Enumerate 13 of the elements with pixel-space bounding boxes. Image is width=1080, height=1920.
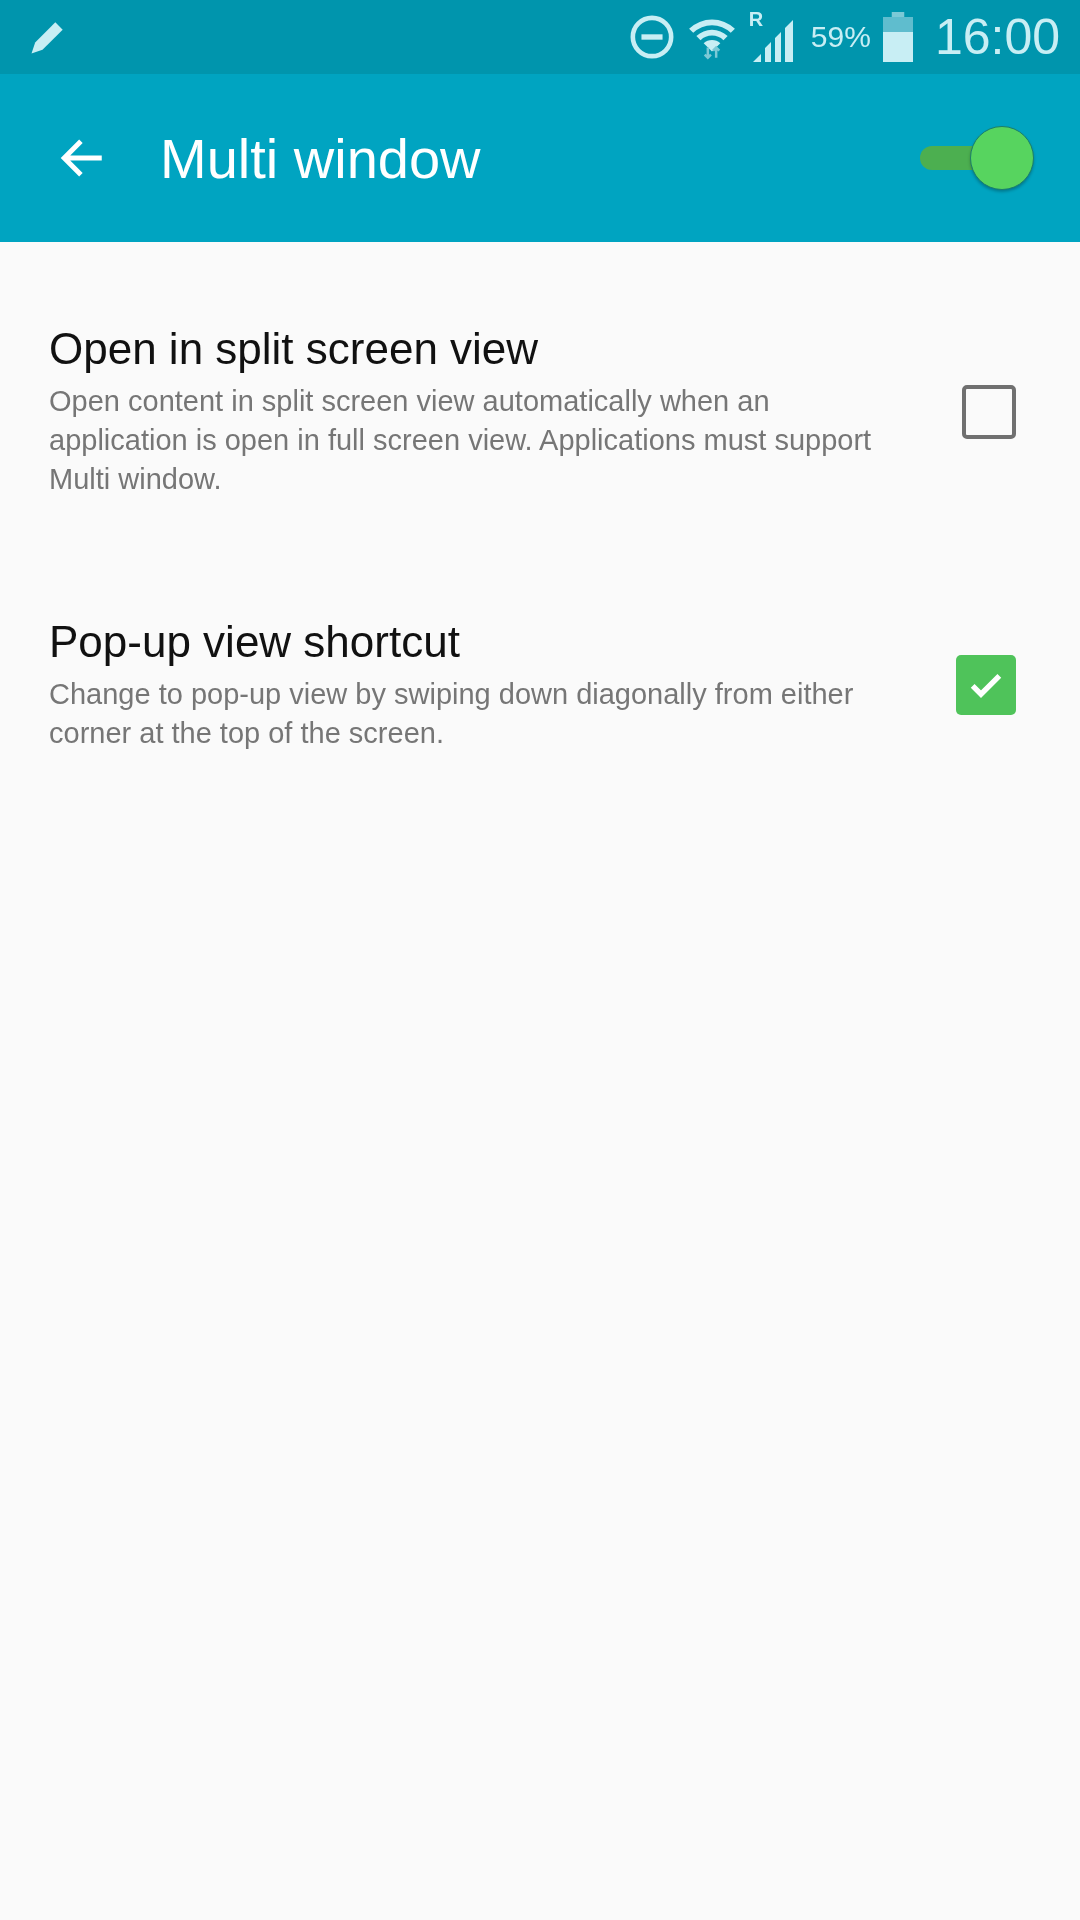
setting-description: Open content in split screen view automatically when an application is open in full screen view. Applications must support Multi window. [49, 384, 872, 497]
setting-title: Pop-up view shortcut [49, 617, 461, 667]
battery-percent: 59% [810, 20, 871, 54]
do-not-disturb-icon [628, 14, 675, 60]
screen-title: Multi window [160, 125, 481, 191]
master-switch[interactable] [920, 125, 1034, 191]
roaming-label: R [748, 8, 764, 31]
setting-title: Open in split screen view [49, 324, 540, 374]
checkbox[interactable] [956, 655, 1016, 715]
clock-time: 16:00 [934, 8, 1060, 66]
checkbox[interactable] [962, 384, 1016, 439]
setting-description: Change to pop-up view by swiping down diagonally from either corner at the top of the screen. [49, 677, 855, 751]
battery-icon [882, 12, 913, 62]
